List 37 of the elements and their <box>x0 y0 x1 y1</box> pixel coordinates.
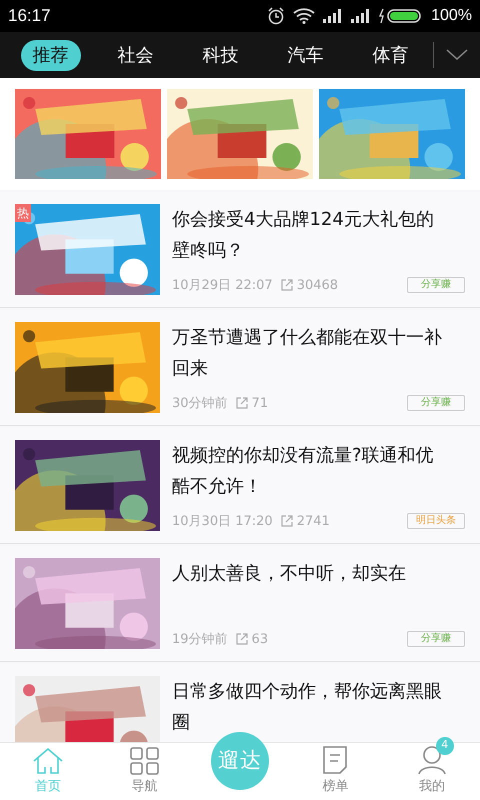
article-title: 你会接受4大品牌124元大礼包的壁咚吗？ <box>172 208 435 263</box>
share-icon <box>280 515 293 528</box>
article-time: 30分钟前 <box>172 394 228 412</box>
signal-icon <box>351 9 372 23</box>
document-icon <box>322 744 348 774</box>
wifi-icon <box>293 8 316 24</box>
article-title: 日常多做四个动作，帮你远离黑眼圈 <box>172 680 443 735</box>
article-time: 10月29日 22:07 <box>172 276 273 294</box>
battery-percent: 100% <box>431 6 472 26</box>
status-time: 16:17 <box>8 5 51 28</box>
nav-tab[interactable]: 导航 <box>114 738 175 800</box>
channel-tab[interactable]: 社会 <box>106 40 166 70</box>
share-icon <box>236 633 248 646</box>
channel-tab[interactable]: 科技 <box>190 40 250 70</box>
alarm-icon <box>267 7 286 25</box>
share-icon <box>236 397 248 410</box>
hot-badge: 热 <box>15 204 31 222</box>
channel-tab[interactable]: 推荐 <box>20 40 80 70</box>
grid-icon <box>130 746 160 774</box>
share-icon <box>280 279 293 292</box>
article-title: 人别太善良，不中听，却实在 <box>172 562 407 586</box>
article-time: 19分钟前 <box>172 630 228 648</box>
battery-icon <box>379 8 424 24</box>
share-count: 30468 <box>296 276 338 294</box>
share-count: 63 <box>252 630 268 648</box>
channel-tab[interactable]: 体育 <box>360 40 420 70</box>
signal-icon <box>323 9 344 23</box>
home-icon <box>32 746 64 774</box>
article-title: 视频控的你却没有流量?联通和优酷不允许！ <box>172 444 435 499</box>
article-time: 10月30日 17:20 <box>172 512 273 530</box>
nav-tab[interactable]: 我的 4 <box>402 736 462 800</box>
share-count: 2741 <box>296 512 330 530</box>
article-title: 万圣节遭遇了什么都能在双十一补回来 <box>172 326 443 381</box>
channel-tab[interactable]: 汽车 <box>276 40 336 70</box>
nav-tab[interactable]: 榜单 <box>305 736 366 800</box>
share-count: 71 <box>252 394 268 412</box>
chevron-down-icon[interactable] <box>446 49 468 61</box>
